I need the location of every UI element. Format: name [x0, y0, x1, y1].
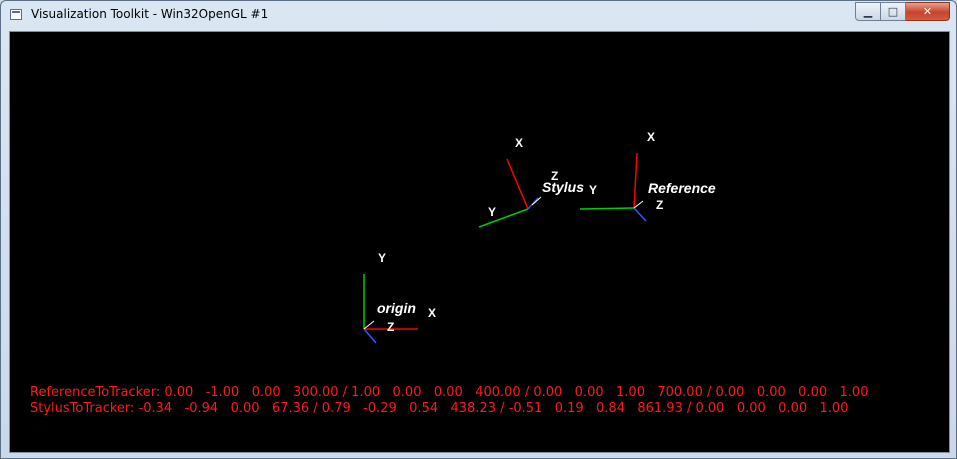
stylus-x-label: X — [515, 136, 523, 150]
reference-x-axis — [633, 152, 638, 209]
stylus-name-label: Stylus — [542, 179, 584, 195]
origin-z-axis — [363, 328, 377, 344]
origin-y-label: Y — [378, 251, 386, 265]
render-viewport[interactable]: X Y Z origin X Y Z Stylus X Y Z Referenc… — [9, 31, 950, 453]
maximize-icon: □ — [887, 5, 899, 18]
stylus-frame: X Y Z Stylus — [478, 136, 584, 228]
minimize-icon: ▁ — [863, 5, 873, 18]
reference-x-label: X — [647, 130, 655, 144]
close-button[interactable]: ✕ — [906, 2, 950, 21]
reference-pointer-axis — [633, 200, 644, 209]
reference-y-axis — [579, 207, 635, 210]
stylus-y-axis — [478, 208, 529, 228]
origin-name-label: origin — [377, 300, 416, 316]
close-icon: ✕ — [922, 5, 933, 18]
origin-x-label: X — [428, 306, 436, 320]
stylus-to-tracker-readout: StylusToTracker: -0.34 -0.94 0.00 67.36 … — [30, 401, 849, 416]
title-bar[interactable]: Visualization Toolkit - Win32OpenGL #1 ▁… — [1, 1, 956, 31]
origin-z-label: Z — [387, 320, 394, 334]
stylus-pointer-axis — [531, 196, 542, 206]
window-controls: ▁ □ ✕ — [855, 2, 950, 21]
stylus-x-axis — [506, 158, 529, 210]
origin-frame: X Y Z origin — [363, 251, 436, 344]
reference-frame: X Y Z Reference — [579, 130, 716, 222]
maximize-button[interactable]: □ — [881, 2, 906, 21]
reference-name-label: Reference — [648, 180, 716, 196]
app-window: Visualization Toolkit - Win32OpenGL #1 ▁… — [0, 0, 957, 459]
reference-z-label: Z — [656, 198, 663, 212]
stylus-y-label: Y — [488, 205, 496, 219]
window-app-icon[interactable] — [10, 9, 22, 20]
minimize-button[interactable]: ▁ — [855, 2, 881, 21]
reference-y-label: Y — [589, 183, 597, 197]
window-title: Visualization Toolkit - Win32OpenGL #1 — [31, 7, 269, 21]
origin-pointer-axis — [363, 320, 375, 330]
reference-z-axis — [633, 207, 647, 222]
reference-to-tracker-readout: ReferenceToTracker: 0.00 -1.00 0.00 300.… — [30, 385, 869, 400]
